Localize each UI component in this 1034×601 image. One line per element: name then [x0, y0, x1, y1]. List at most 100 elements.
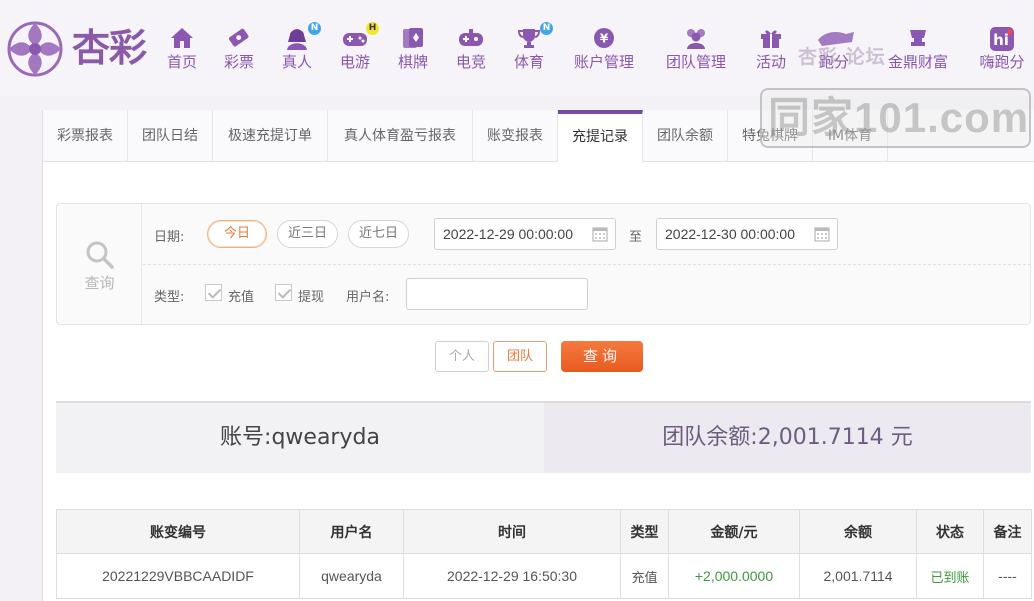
nav-label: 账户管理	[573, 53, 634, 71]
cards-icon	[395, 26, 431, 52]
nav-team-management[interactable]: 团队管理	[662, 26, 730, 76]
svg-text:hi: hi	[993, 31, 1009, 49]
nav-label: 彩票	[223, 53, 254, 71]
end-date-value: 2022-12-30 00:00:00	[665, 226, 795, 242]
col-amount: 金额/元	[668, 509, 800, 554]
withdraw-checkbox[interactable]	[275, 284, 292, 301]
range-3days-button[interactable]: 近三日	[277, 220, 338, 248]
col-balance: 余额	[799, 509, 917, 554]
nav-label: 真人	[281, 53, 312, 71]
date-label: 日期:	[154, 230, 185, 245]
lottery-ticket-icon	[221, 26, 257, 52]
range-7days-button[interactable]: 近七日	[348, 220, 409, 248]
nav-account-management[interactable]: ¥ 账户管理	[570, 26, 638, 76]
yen-coin-icon: ¥	[570, 26, 638, 52]
col-status: 状态	[916, 509, 984, 554]
nav-hi-running-score[interactable]: hi 嗨跑分	[976, 26, 1028, 76]
start-date-value: 2022-12-29 00:00:00	[443, 226, 573, 242]
col-transaction-id: 账变编号	[56, 509, 300, 554]
svg-text:¥: ¥	[600, 32, 609, 46]
team-balance-info: 团队余额:2,001.7114 元	[544, 403, 1031, 473]
end-date-field[interactable]: 2022-12-30 00:00:00	[656, 218, 838, 250]
gamepad-icon: H	[337, 22, 379, 52]
tab-deposit-withdraw-records[interactable]: 充提记录	[558, 110, 643, 163]
team-icon	[662, 26, 730, 52]
cell-balance: 2,001.7114	[799, 553, 917, 599]
query-button[interactable]: 查询	[561, 341, 643, 372]
cell-time: 2022-12-29 16:50:30	[403, 553, 621, 599]
nav-lottery[interactable]: 彩票	[221, 26, 257, 76]
hot-badge: H	[366, 22, 379, 35]
nav-promotions[interactable]: 活动	[753, 26, 789, 76]
search-filter-box: 查询 日期: 今日 近三日 近七日 2022-12-29 00:00:00 至 …	[56, 203, 1031, 325]
team-balance-value: 2,001.7114	[757, 425, 884, 450]
nav-label: 团队管理	[665, 53, 726, 71]
nav-jinding-wealth[interactable]: 金鼎财富	[884, 26, 952, 76]
team-button[interactable]: 团队	[493, 341, 547, 372]
personal-button[interactable]: 个人	[435, 341, 489, 372]
tab-lottery-report[interactable]: 彩票报表	[43, 110, 128, 162]
nav-chess-cards[interactable]: 棋牌	[395, 26, 431, 76]
col-time: 时间	[403, 509, 621, 554]
start-date-field[interactable]: 2022-12-29 00:00:00	[434, 218, 616, 250]
nav-label: 电游	[339, 53, 370, 71]
watermark-main: 同家101.com	[768, 94, 1030, 141]
to-label: 至	[629, 230, 643, 245]
nav-label: 电竞	[455, 53, 486, 71]
nav-label: 棋牌	[397, 53, 428, 71]
search-icon	[86, 241, 114, 269]
calendar-icon[interactable]	[814, 225, 830, 242]
account-label: 账号:	[220, 425, 272, 450]
tab-live-sports-pnl[interactable]: 真人体育盈亏报表	[328, 110, 473, 162]
live-dealer-icon: N	[279, 22, 321, 52]
home-icon	[164, 26, 200, 52]
deposit-checkbox[interactable]	[205, 284, 222, 301]
watermark-top: 杏彩 论坛	[798, 46, 886, 68]
nav-label: 体育	[513, 53, 544, 71]
col-type: 类型	[620, 509, 669, 554]
table-row: 20221229VBBCAADIDF qwearyda 2022-12-29 1…	[56, 553, 1032, 599]
col-note: 备注	[983, 509, 1032, 554]
new-badge: N	[308, 22, 321, 35]
calendar-icon[interactable]	[592, 225, 608, 242]
nav-slots[interactable]: H 电游	[337, 22, 379, 76]
nav-esports[interactable]: 电竞	[453, 26, 489, 76]
cell-status: 已到账	[916, 553, 984, 599]
nav-label: 金鼎财富	[887, 53, 948, 71]
tab-team-balance[interactable]: 团队余额	[643, 110, 728, 162]
search-side-label: 查询	[84, 274, 115, 292]
account-info: 账号:qwearyda	[56, 403, 544, 473]
brand-name: 杏彩	[72, 26, 147, 70]
gift-icon	[753, 26, 789, 52]
tab-account-changes[interactable]: 账变报表	[473, 110, 558, 162]
nav-live[interactable]: N 真人	[279, 22, 321, 76]
nav-home[interactable]: 首页	[164, 26, 200, 76]
report-panel: 彩票报表 团队日结 极速充提订单 真人体育盈亏报表 账变报表 充提记录 团队余额…	[42, 110, 1034, 601]
esports-controller-icon	[453, 26, 489, 52]
tab-fast-deposit-orders[interactable]: 极速充提订单	[213, 110, 328, 162]
currency-unit: 元	[890, 425, 913, 450]
new-badge: N	[540, 22, 553, 35]
cell-username: qwearyda	[299, 553, 404, 599]
col-username: 用户名	[299, 509, 404, 554]
search-side-button[interactable]: 查询	[57, 204, 142, 324]
type-label: 类型:	[154, 290, 185, 305]
range-today-button[interactable]: 今日	[207, 220, 267, 248]
brand-emblem-icon	[7, 21, 63, 77]
nav-label: 首页	[166, 53, 197, 71]
account-value: qwearyda	[271, 425, 380, 450]
team-balance-label: 团队余额:	[662, 425, 758, 450]
username-input[interactable]	[406, 278, 588, 310]
nav-sports[interactable]: N 体育	[511, 22, 553, 76]
deposit-checkbox-label: 充值	[228, 290, 255, 305]
brand-logo[interactable]: 杏彩	[4, 18, 154, 80]
hi-app-icon: hi	[976, 26, 1028, 52]
cell-amount: +2,000.0000	[668, 553, 800, 599]
cell-note: ----	[983, 553, 1032, 599]
account-summary: 账号:qwearyda 团队余额:2,001.7114 元	[56, 401, 1031, 473]
table-header-row: 账变编号 用户名 时间 类型 金额/元 余额 状态 备注	[56, 509, 1032, 554]
username-label: 用户名:	[346, 290, 390, 305]
tab-team-daily[interactable]: 团队日结	[128, 110, 213, 162]
filter-divider	[143, 264, 1031, 265]
cell-type: 充值	[620, 553, 669, 599]
